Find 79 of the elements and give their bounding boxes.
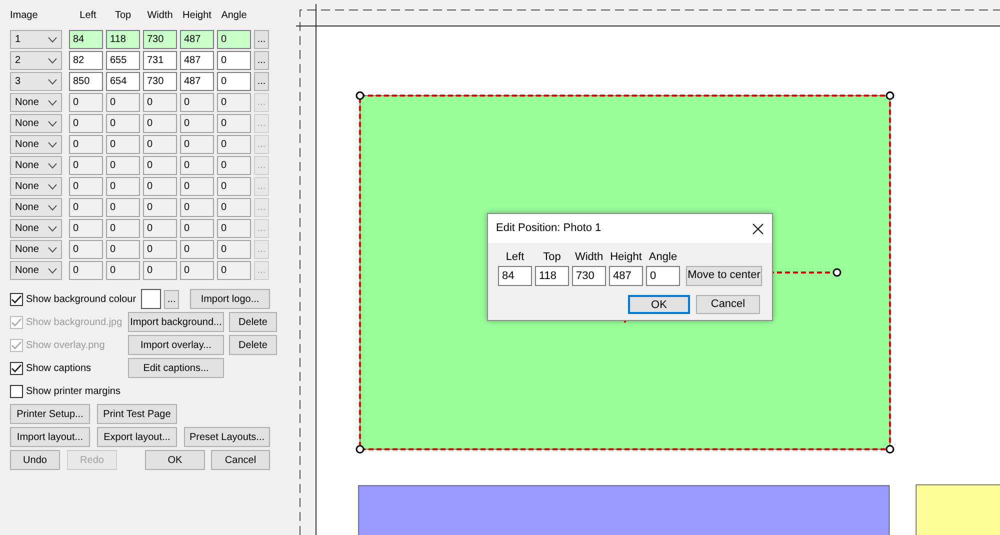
chevron-icon	[48, 246, 57, 252]
input-field[interactable]: 654	[106, 72, 140, 91]
input-field[interactable]: 731	[143, 51, 177, 70]
action-button[interactable]: Print Test Page	[97, 404, 177, 424]
input-field[interactable]: 655	[106, 51, 140, 70]
action-button[interactable]: Printer Setup...	[10, 404, 90, 424]
import-logo-button[interactable]: Import logo...	[190, 289, 270, 309]
image-dropdown[interactable]: 1	[10, 30, 62, 49]
column-header: Top	[114, 9, 132, 23]
chevron-icon	[48, 184, 57, 190]
input-field[interactable]: 487	[180, 30, 214, 49]
input-field[interactable]: 0	[217, 30, 251, 49]
chevron-icon	[48, 268, 57, 274]
move-to-center-button[interactable]: Move to center	[686, 266, 762, 286]
input-field[interactable]: 850	[69, 72, 103, 91]
action-button[interactable]: OK	[145, 450, 205, 470]
action-button[interactable]: Cancel	[211, 450, 270, 470]
chevron-icon	[48, 162, 57, 168]
dialog-button[interactable]: Cancel	[696, 294, 760, 314]
checkbox-label: Show overlay.png	[26, 338, 105, 352]
checkbox-label: Show captions	[26, 362, 92, 376]
input-field[interactable]: 84	[498, 266, 532, 286]
chevron-icon	[48, 58, 57, 64]
input-field[interactable]: 487	[609, 266, 643, 286]
checkbox-label: Show background colour	[26, 292, 136, 306]
input-field[interactable]: 118	[106, 30, 140, 49]
close-icon[interactable]	[752, 222, 764, 234]
more-button[interactable]: ...	[164, 290, 180, 308]
action-button[interactable]: Edit captions...	[128, 358, 224, 378]
input-field[interactable]: 82	[69, 51, 103, 70]
input-field[interactable]: 730	[572, 266, 606, 286]
column-header: Width	[146, 9, 174, 23]
resize-handle[interactable]	[886, 445, 894, 454]
checkbox[interactable]	[10, 384, 23, 398]
resize-handle[interactable]	[886, 91, 894, 100]
colour-swatch[interactable]	[141, 289, 162, 309]
input-field[interactable]: 118	[535, 266, 569, 286]
more-button[interactable]: ...	[254, 51, 269, 70]
field-label: Top	[543, 250, 561, 265]
chevron-icon	[48, 204, 57, 210]
input-field[interactable]: 487	[180, 51, 214, 70]
input-field[interactable]: 84	[69, 30, 103, 49]
column-header: Left	[78, 9, 98, 23]
field-label: Width	[574, 250, 604, 265]
dialog-button[interactable]: OK	[628, 294, 690, 314]
chevron-icon	[48, 142, 57, 148]
chevron-icon	[48, 120, 57, 126]
action-button[interactable]: Export layout...	[97, 427, 177, 447]
checkbox[interactable]	[10, 362, 23, 374]
image-dropdown[interactable]: 2	[10, 51, 62, 70]
action-button[interactable]: Undo	[10, 450, 60, 470]
chevron-icon	[48, 100, 57, 106]
input-field[interactable]: 0	[646, 266, 680, 286]
checkbox-label: Show background.jpg	[26, 316, 122, 330]
field-label: Height	[610, 250, 642, 265]
image-dropdown[interactable]: 3	[10, 72, 62, 91]
input-field[interactable]: 487	[180, 72, 214, 91]
chevron-icon	[48, 36, 57, 42]
dialog-title: Edit Position: Photo 1	[496, 221, 602, 236]
rotation-handle[interactable]	[832, 268, 842, 277]
more-button[interactable]: ...	[254, 30, 269, 49]
input-field[interactable]: 730	[143, 72, 177, 91]
column-header: Height	[182, 9, 212, 23]
more-button[interactable]: ...	[254, 72, 269, 91]
input-field[interactable]: 730	[143, 30, 177, 49]
chevron-icon	[48, 78, 57, 84]
field-label: Angle	[648, 250, 678, 265]
column-header: Angle	[220, 9, 248, 23]
chevron-icon	[48, 226, 57, 232]
input-field[interactable]: 0	[217, 72, 251, 91]
field-label: Left	[506, 250, 524, 265]
resize-handle[interactable]	[356, 91, 364, 100]
input-field[interactable]: 0	[217, 51, 251, 70]
checkbox-label: Show printer margins	[26, 384, 120, 398]
checkbox[interactable]	[10, 292, 23, 306]
resize-handle[interactable]	[356, 445, 364, 454]
column-header: Image	[10, 9, 39, 23]
action-button[interactable]: Import layout...	[10, 427, 90, 447]
action-button[interactable]: Preset Layouts...	[184, 427, 270, 447]
